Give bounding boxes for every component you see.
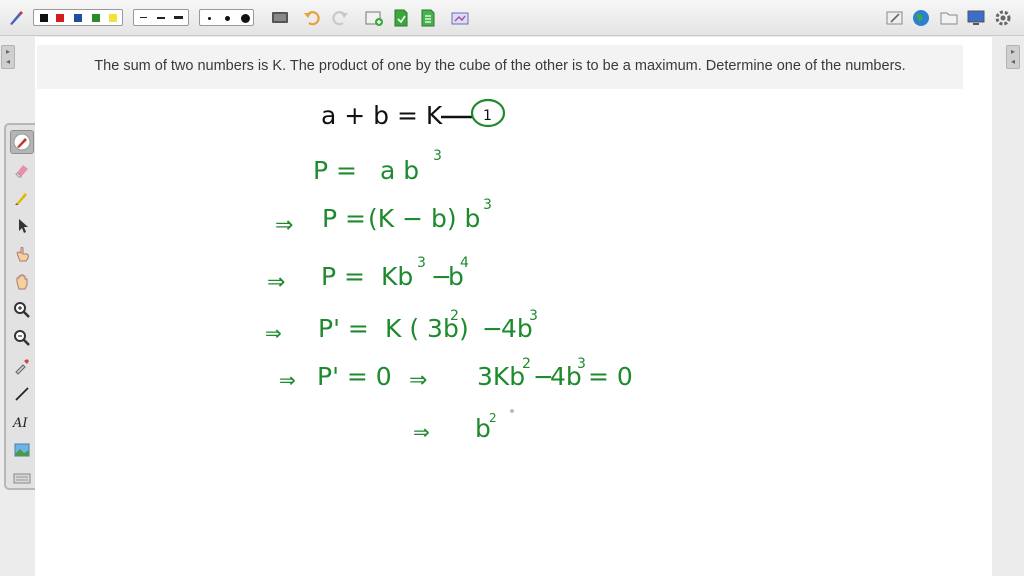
color-blue[interactable]	[74, 14, 82, 22]
dot-medium[interactable]	[225, 16, 230, 21]
right-pane: ▸ ◂	[992, 37, 1024, 576]
color-red[interactable]	[56, 14, 64, 22]
work-line-5: ⇒ P' = K ( 3b 2 ) − 4b 3	[265, 308, 538, 345]
keyboard-icon[interactable]	[10, 466, 34, 490]
handwritten-solution: a + b = K 1 P = a b 3 ⇒ P = (K − b) b 3 …	[265, 98, 633, 444]
redo-icon[interactable]	[330, 8, 350, 28]
line5-op: −	[482, 314, 503, 343]
screen-capture-icon[interactable]	[451, 8, 471, 28]
line4-arrow: ⇒	[267, 270, 285, 295]
work-line-4: ⇒ P = Kb 3 − b 4	[267, 255, 469, 295]
line6-arrow: ⇒	[279, 368, 296, 392]
equation-tag: 1	[483, 108, 492, 124]
pen-tool-icon[interactable]	[10, 130, 34, 154]
work-line-7: ⇒ b 2	[413, 409, 514, 444]
line4-term1: Kb	[381, 262, 413, 291]
screen-icon[interactable]	[270, 8, 290, 28]
line7-exp1: 2	[489, 411, 497, 425]
line5-term2: 4b	[501, 314, 533, 343]
line4-exp1: 3	[417, 255, 426, 271]
save-icon[interactable]	[391, 8, 411, 28]
left-pane: ▸ ◂ AI	[0, 37, 39, 576]
equation-sum: a + b = K	[321, 101, 443, 130]
line4-lhs: P =	[321, 262, 365, 291]
stroke-medium[interactable]	[157, 17, 165, 19]
line5-term1: K ( 3b	[385, 314, 459, 343]
eraser-icon[interactable]	[10, 158, 34, 182]
monitor-icon[interactable]	[966, 8, 986, 28]
stroke-thin[interactable]	[140, 17, 147, 18]
line6-lhs: P' = 0	[317, 362, 392, 391]
line2-exp: 3	[433, 148, 442, 164]
cursor-dot	[510, 409, 514, 413]
pen-icon[interactable]	[6, 8, 26, 28]
work-line-6: ⇒ P' = 0 ⇒ 3Kb 2 − 4b 3 = 0	[279, 356, 633, 393]
new-page-icon[interactable]	[364, 8, 384, 28]
work-line-2: P = a b 3	[313, 148, 442, 185]
work-line-3: ⇒ P = (K − b) b 3	[275, 197, 492, 238]
collapse-right-button[interactable]: ▸ ◂	[1006, 45, 1020, 69]
settings-icon[interactable]	[993, 8, 1013, 28]
export-icon[interactable]	[418, 8, 438, 28]
image-icon[interactable]	[10, 438, 34, 462]
line3-body: (K − b) b	[368, 204, 480, 233]
line4-exp2: 4	[460, 255, 469, 271]
line7-arrow: ⇒	[413, 420, 430, 444]
pan-hand-icon[interactable]	[10, 270, 34, 294]
line3-arrow: ⇒	[275, 213, 293, 238]
tool-palette: AI	[4, 123, 39, 490]
line6-rhs: = 0	[588, 362, 633, 391]
color-palette	[33, 9, 123, 26]
line5-lhs: P' =	[318, 314, 369, 343]
line5-exp1: 2	[450, 308, 459, 324]
color-black[interactable]	[40, 14, 48, 22]
edit-page-icon[interactable]	[885, 8, 905, 28]
line5-close: )	[459, 314, 469, 343]
svg-text:AI: AI	[12, 416, 28, 431]
line3-lhs: P =	[322, 204, 366, 233]
line5-arrow: ⇒	[265, 321, 282, 345]
top-toolbar	[0, 0, 1024, 36]
select-arrow-icon[interactable]	[10, 214, 34, 238]
dot-size-selector	[199, 9, 254, 26]
line6-term1: 3Kb	[477, 362, 525, 391]
line6-arrow2: ⇒	[409, 368, 427, 393]
folder-icon[interactable]	[939, 8, 959, 28]
work-line-1: a + b = K 1	[321, 98, 506, 130]
text-icon[interactable]: AI	[10, 410, 34, 434]
line6-exp2: 3	[577, 356, 586, 372]
line6-exp1: 2	[522, 356, 531, 372]
line-icon[interactable]	[10, 382, 34, 406]
line2-lhs: P =	[313, 156, 357, 185]
dot-large[interactable]	[241, 14, 250, 23]
eyedropper-icon[interactable]	[10, 354, 34, 378]
color-yellow[interactable]	[109, 14, 117, 22]
collapse-left-button[interactable]: ▸ ◂	[1, 45, 15, 69]
color-green[interactable]	[92, 14, 100, 22]
line3-exp: 3	[483, 197, 492, 213]
whiteboard-canvas[interactable]: The sum of two numbers is K. The product…	[35, 37, 992, 576]
dot-small[interactable]	[208, 17, 211, 20]
undo-icon[interactable]	[302, 8, 322, 28]
zoom-out-icon[interactable]	[10, 326, 34, 350]
line2-base: a b	[380, 156, 419, 185]
globe-icon[interactable]	[911, 8, 931, 28]
stroke-width-selector	[133, 9, 189, 26]
stroke-thick[interactable]	[174, 16, 183, 19]
line5-exp2: 3	[529, 308, 538, 324]
pointer-hand-icon[interactable]	[10, 242, 34, 266]
zoom-in-icon[interactable]	[10, 298, 34, 322]
highlighter-icon[interactable]	[10, 186, 34, 210]
